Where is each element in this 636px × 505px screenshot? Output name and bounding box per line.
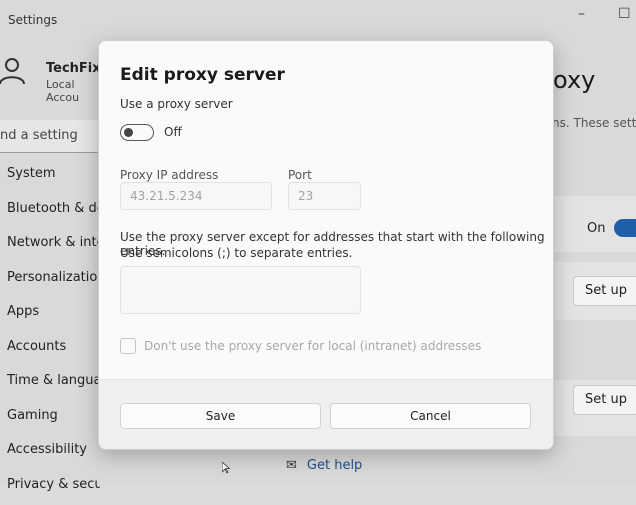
dialog-footer: Save Cancel: [99, 379, 553, 450]
local-addresses-checkbox[interactable]: [120, 338, 136, 354]
sidebar-item-system[interactable]: System: [0, 160, 100, 195]
page-description: ns. These setting: [552, 116, 636, 130]
toggle-knob: [124, 128, 133, 137]
exceptions-field[interactable]: [120, 266, 361, 314]
sidebar-item-personalization[interactable]: Personalization: [0, 264, 100, 299]
maximize-icon[interactable]: ☐: [618, 6, 631, 22]
person-icon: [0, 56, 26, 84]
search-input[interactable]: nd a setting: [0, 120, 100, 153]
page-title: oxy: [553, 66, 595, 94]
use-proxy-label: Use a proxy server: [120, 97, 233, 111]
user-profile: TechFixIt Local Accou: [0, 52, 100, 102]
use-proxy-toggle-state: Off: [164, 125, 182, 139]
save-button[interactable]: Save: [120, 403, 321, 429]
window-title: Settings: [8, 13, 57, 27]
proxy-ip-label: Proxy IP address: [120, 168, 218, 182]
sidebar-item-accounts[interactable]: Accounts: [0, 333, 100, 368]
cancel-button[interactable]: Cancel: [330, 403, 531, 429]
title-bar: Settings – ☐: [0, 0, 636, 38]
cursor-icon: [222, 462, 230, 474]
sidebar-nav: System Bluetooth & devi Network & intern…: [0, 160, 100, 505]
auto-detect-toggle-label: On: [587, 221, 605, 236]
minimize-icon[interactable]: –: [578, 6, 585, 22]
sidebar-item-privacy[interactable]: Privacy & security: [0, 471, 100, 505]
sidebar-item-network[interactable]: Network & intern: [0, 229, 100, 264]
use-proxy-toggle[interactable]: [120, 124, 154, 141]
port-label: Port: [288, 168, 312, 182]
exceptions-description-2: Use semicolons (;) to separate entries.: [120, 246, 352, 260]
sidebar-item-bluetooth[interactable]: Bluetooth & devi: [0, 195, 100, 230]
local-addresses-label: Don't use the proxy server for local (in…: [144, 339, 481, 353]
get-help-link[interactable]: ✉ Get help: [286, 458, 362, 473]
sidebar-item-accessibility[interactable]: Accessibility: [0, 436, 100, 471]
profile-account-type: Local Accou: [46, 78, 100, 104]
sidebar-item-time-language[interactable]: Time & language: [0, 367, 100, 402]
get-help-label: Get help: [307, 458, 362, 473]
manual-proxy-setup-button[interactable]: Set up: [573, 385, 636, 415]
search-placeholder: nd a setting: [0, 128, 78, 143]
edit-proxy-dialog: Edit proxy server Use a proxy server Off…: [98, 40, 554, 450]
auto-detect-toggle[interactable]: [614, 219, 636, 237]
help-icon: ✉: [286, 458, 297, 473]
setup-script-button[interactable]: Set up: [573, 276, 636, 306]
proxy-ip-field[interactable]: 43.21.5.234: [120, 182, 272, 210]
sidebar-item-gaming[interactable]: Gaming: [0, 402, 100, 437]
sidebar-item-apps[interactable]: Apps: [0, 298, 100, 333]
port-field[interactable]: 23: [288, 182, 361, 210]
dialog-title: Edit proxy server: [120, 65, 285, 85]
